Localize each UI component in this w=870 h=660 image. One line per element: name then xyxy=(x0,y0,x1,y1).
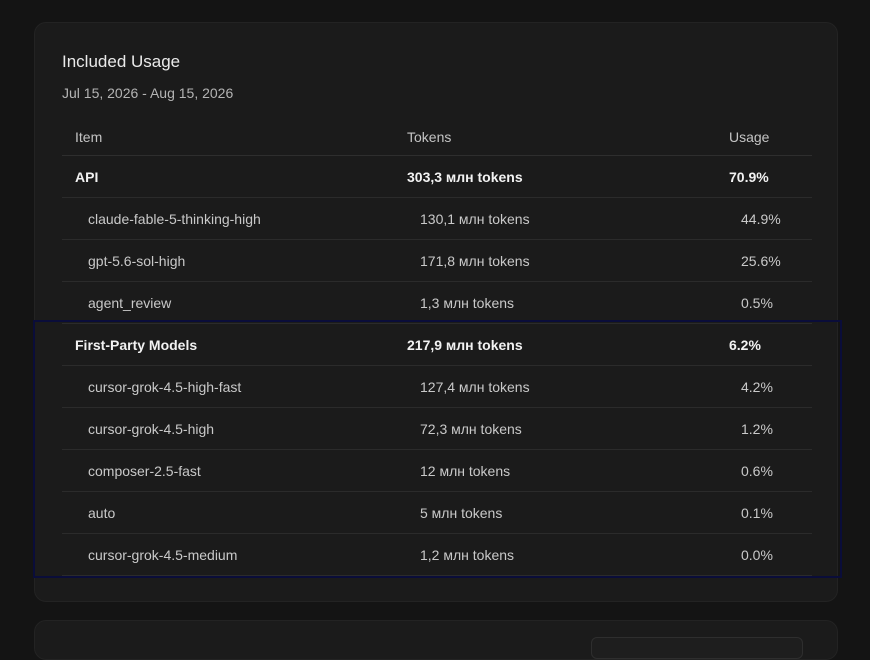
group-tokens: 217,9 млн tokens xyxy=(407,336,523,353)
date-range: Jul 15, 2026 - Aug 15, 2026 xyxy=(62,85,234,101)
model-tokens: 127,4 млн tokens xyxy=(420,378,530,395)
model-usage: 0.6% xyxy=(741,462,773,479)
model-tokens: 72,3 млн tokens xyxy=(420,420,522,437)
table-row: cursor-grok-4.5-high-fast 127,4 млн toke… xyxy=(62,366,812,408)
model-tokens: 1,2 млн tokens xyxy=(420,546,515,563)
group-row-first-party-models[interactable]: First-Party Models 217,9 млн tokens 6.2% xyxy=(62,324,812,366)
column-header-item: Item xyxy=(75,128,103,145)
model-usage: 0.0% xyxy=(741,546,773,563)
model-usage: 0.1% xyxy=(741,504,773,521)
model-name: cursor-grok-4.5-high-fast xyxy=(88,378,242,395)
table-row: gpt-5.6-sol-high 171,8 млн tokens 25.6% xyxy=(62,240,812,282)
usage-table: Item Tokens Usage API 303,3 млн tokens 7… xyxy=(62,118,812,576)
model-tokens: 130,1 млн tokens xyxy=(420,210,530,227)
table-header-row: Item Tokens Usage xyxy=(62,118,812,156)
table-row: auto 5 млн tokens 0.1% xyxy=(62,492,812,534)
model-name: cursor-grok-4.5-high xyxy=(88,420,215,437)
group-row-api[interactable]: API 303,3 млн tokens 70.9% xyxy=(62,156,812,198)
model-tokens: 1,3 млн tokens xyxy=(420,294,515,311)
model-name: composer-2.5-fast xyxy=(88,462,201,479)
model-name: auto xyxy=(88,504,116,521)
model-usage: 44.9% xyxy=(741,210,781,227)
model-usage: 25.6% xyxy=(741,252,781,269)
table-row: cursor-grok-4.5-high 72,3 млн tokens 1.2… xyxy=(62,408,812,450)
model-name: gpt-5.6-sol-high xyxy=(88,252,186,269)
group-usage: 70.9% xyxy=(729,168,769,185)
group-name: First-Party Models xyxy=(75,336,198,353)
model-usage: 4.2% xyxy=(741,378,773,395)
model-tokens: 12 млн tokens xyxy=(420,462,511,479)
next-card-control[interactable] xyxy=(591,637,803,659)
model-tokens: 5 млн tokens xyxy=(420,504,503,521)
card-title: Included Usage xyxy=(62,52,181,71)
model-name: agent_review xyxy=(88,294,172,311)
group-name: API xyxy=(75,168,99,185)
next-card xyxy=(34,620,838,660)
model-usage: 1.2% xyxy=(741,420,773,437)
model-name: cursor-grok-4.5-medium xyxy=(88,546,238,563)
table-row: composer-2.5-fast 12 млн tokens 0.6% xyxy=(62,450,812,492)
column-header-usage: Usage xyxy=(729,128,770,145)
column-header-tokens: Tokens xyxy=(407,128,452,145)
model-usage: 0.5% xyxy=(741,294,773,311)
included-usage-card: Included Usage Jul 15, 2026 - Aug 15, 20… xyxy=(34,22,838,602)
group-usage: 6.2% xyxy=(729,336,761,353)
model-name: claude-fable-5-thinking-high xyxy=(88,210,261,227)
table-row: claude-fable-5-thinking-high 130,1 млн t… xyxy=(62,198,812,240)
model-tokens: 171,8 млн tokens xyxy=(420,252,530,269)
table-row: cursor-grok-4.5-medium 1,2 млн tokens 0.… xyxy=(62,534,812,576)
group-tokens: 303,3 млн tokens xyxy=(407,168,523,185)
table-row: agent_review 1,3 млн tokens 0.5% xyxy=(62,282,812,324)
